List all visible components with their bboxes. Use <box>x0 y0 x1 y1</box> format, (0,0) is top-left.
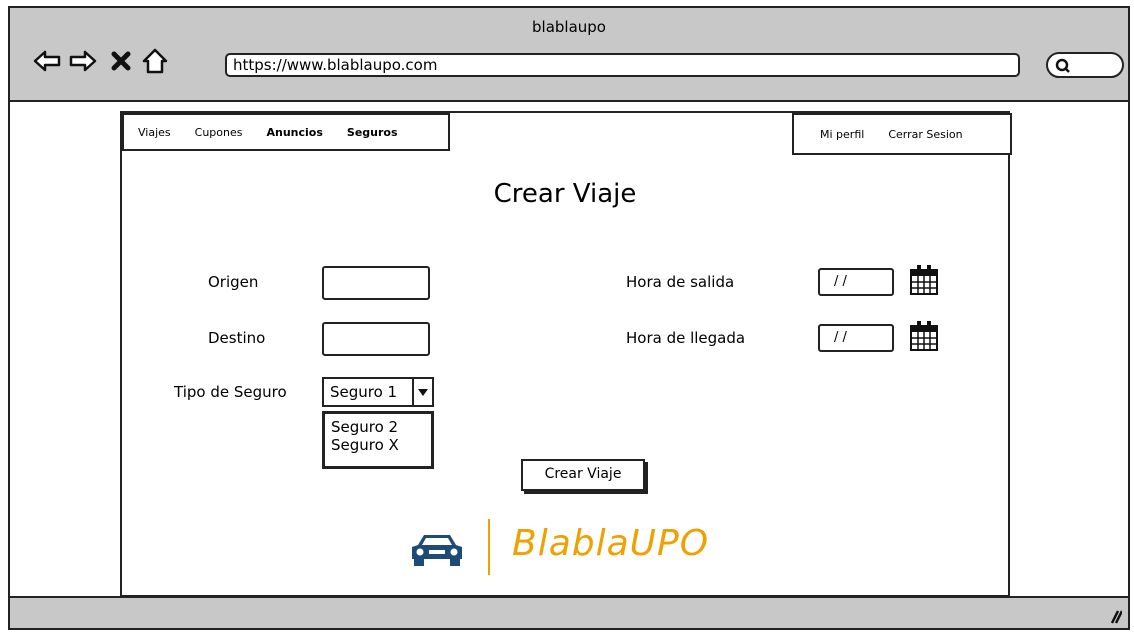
tipo-seguro-selected: Seguro 1 <box>324 379 414 405</box>
destino-input[interactable] <box>322 322 430 356</box>
browser-chrome: blablaupo https://www.blablaupo.com <box>10 8 1128 102</box>
main-navbar: Viajes Cupones Anuncios Seguros <box>122 113 450 151</box>
resize-grip-icon[interactable] <box>1106 608 1122 624</box>
calendar-icon[interactable] <box>908 263 940 297</box>
page-title: Crear Viaje <box>493 179 637 209</box>
logo-text: BlablaUPO <box>512 523 710 564</box>
back-arrow-icon[interactable] <box>32 46 62 76</box>
search-field[interactable] <box>1046 52 1124 78</box>
logo-separator <box>488 519 490 575</box>
brand-logo: BlablaUPO <box>410 513 770 583</box>
tipo-seguro-select[interactable]: Seguro 1 <box>322 377 434 407</box>
option-seguro-x[interactable]: Seguro X <box>331 436 425 454</box>
hora-salida-label: Hora de salida <box>626 273 735 291</box>
origen-label: Origen <box>208 273 259 291</box>
home-icon[interactable] <box>140 46 170 76</box>
stop-close-icon[interactable] <box>106 46 136 76</box>
nav-item-cerrar-sesion[interactable]: Cerrar Sesion <box>888 128 962 141</box>
window-title: blablaupo <box>532 18 606 36</box>
hora-llegada-input[interactable]: / / <box>818 324 894 352</box>
hora-llegada-label: Hora de llegada <box>626 329 746 347</box>
nav-item-mi-perfil[interactable]: Mi perfil <box>820 128 864 141</box>
forward-arrow-icon[interactable] <box>68 46 98 76</box>
chevron-down-icon[interactable] <box>414 379 432 405</box>
browser-window: blablaupo https://www.blablaupo.com Viaj… <box>8 6 1130 630</box>
destino-label: Destino <box>208 329 266 347</box>
nav-item-anuncios[interactable]: Anuncios <box>266 126 322 139</box>
page-content: Viajes Cupones Anuncios Seguros Mi perfi… <box>120 111 1012 597</box>
user-navbar: Mi perfil Cerrar Sesion <box>792 113 1012 155</box>
calendar-icon[interactable] <box>908 319 940 353</box>
hora-salida-input[interactable]: / / <box>818 268 894 296</box>
crear-viaje-button[interactable]: Crear Viaje <box>521 459 645 491</box>
tipo-seguro-label: Tipo de Seguro <box>174 383 287 401</box>
url-bar[interactable]: https://www.blablaupo.com <box>225 53 1020 77</box>
status-bar <box>10 596 1128 628</box>
nav-item-seguros[interactable]: Seguros <box>347 126 398 139</box>
nav-item-cupones[interactable]: Cupones <box>195 126 243 139</box>
origen-input[interactable] <box>322 266 430 300</box>
car-icon <box>412 535 462 566</box>
option-seguro-2[interactable]: Seguro 2 <box>331 418 425 436</box>
nav-item-viajes[interactable]: Viajes <box>138 126 171 139</box>
search-icon <box>1055 58 1070 73</box>
tipo-seguro-options: Seguro 2 Seguro X <box>322 411 434 469</box>
